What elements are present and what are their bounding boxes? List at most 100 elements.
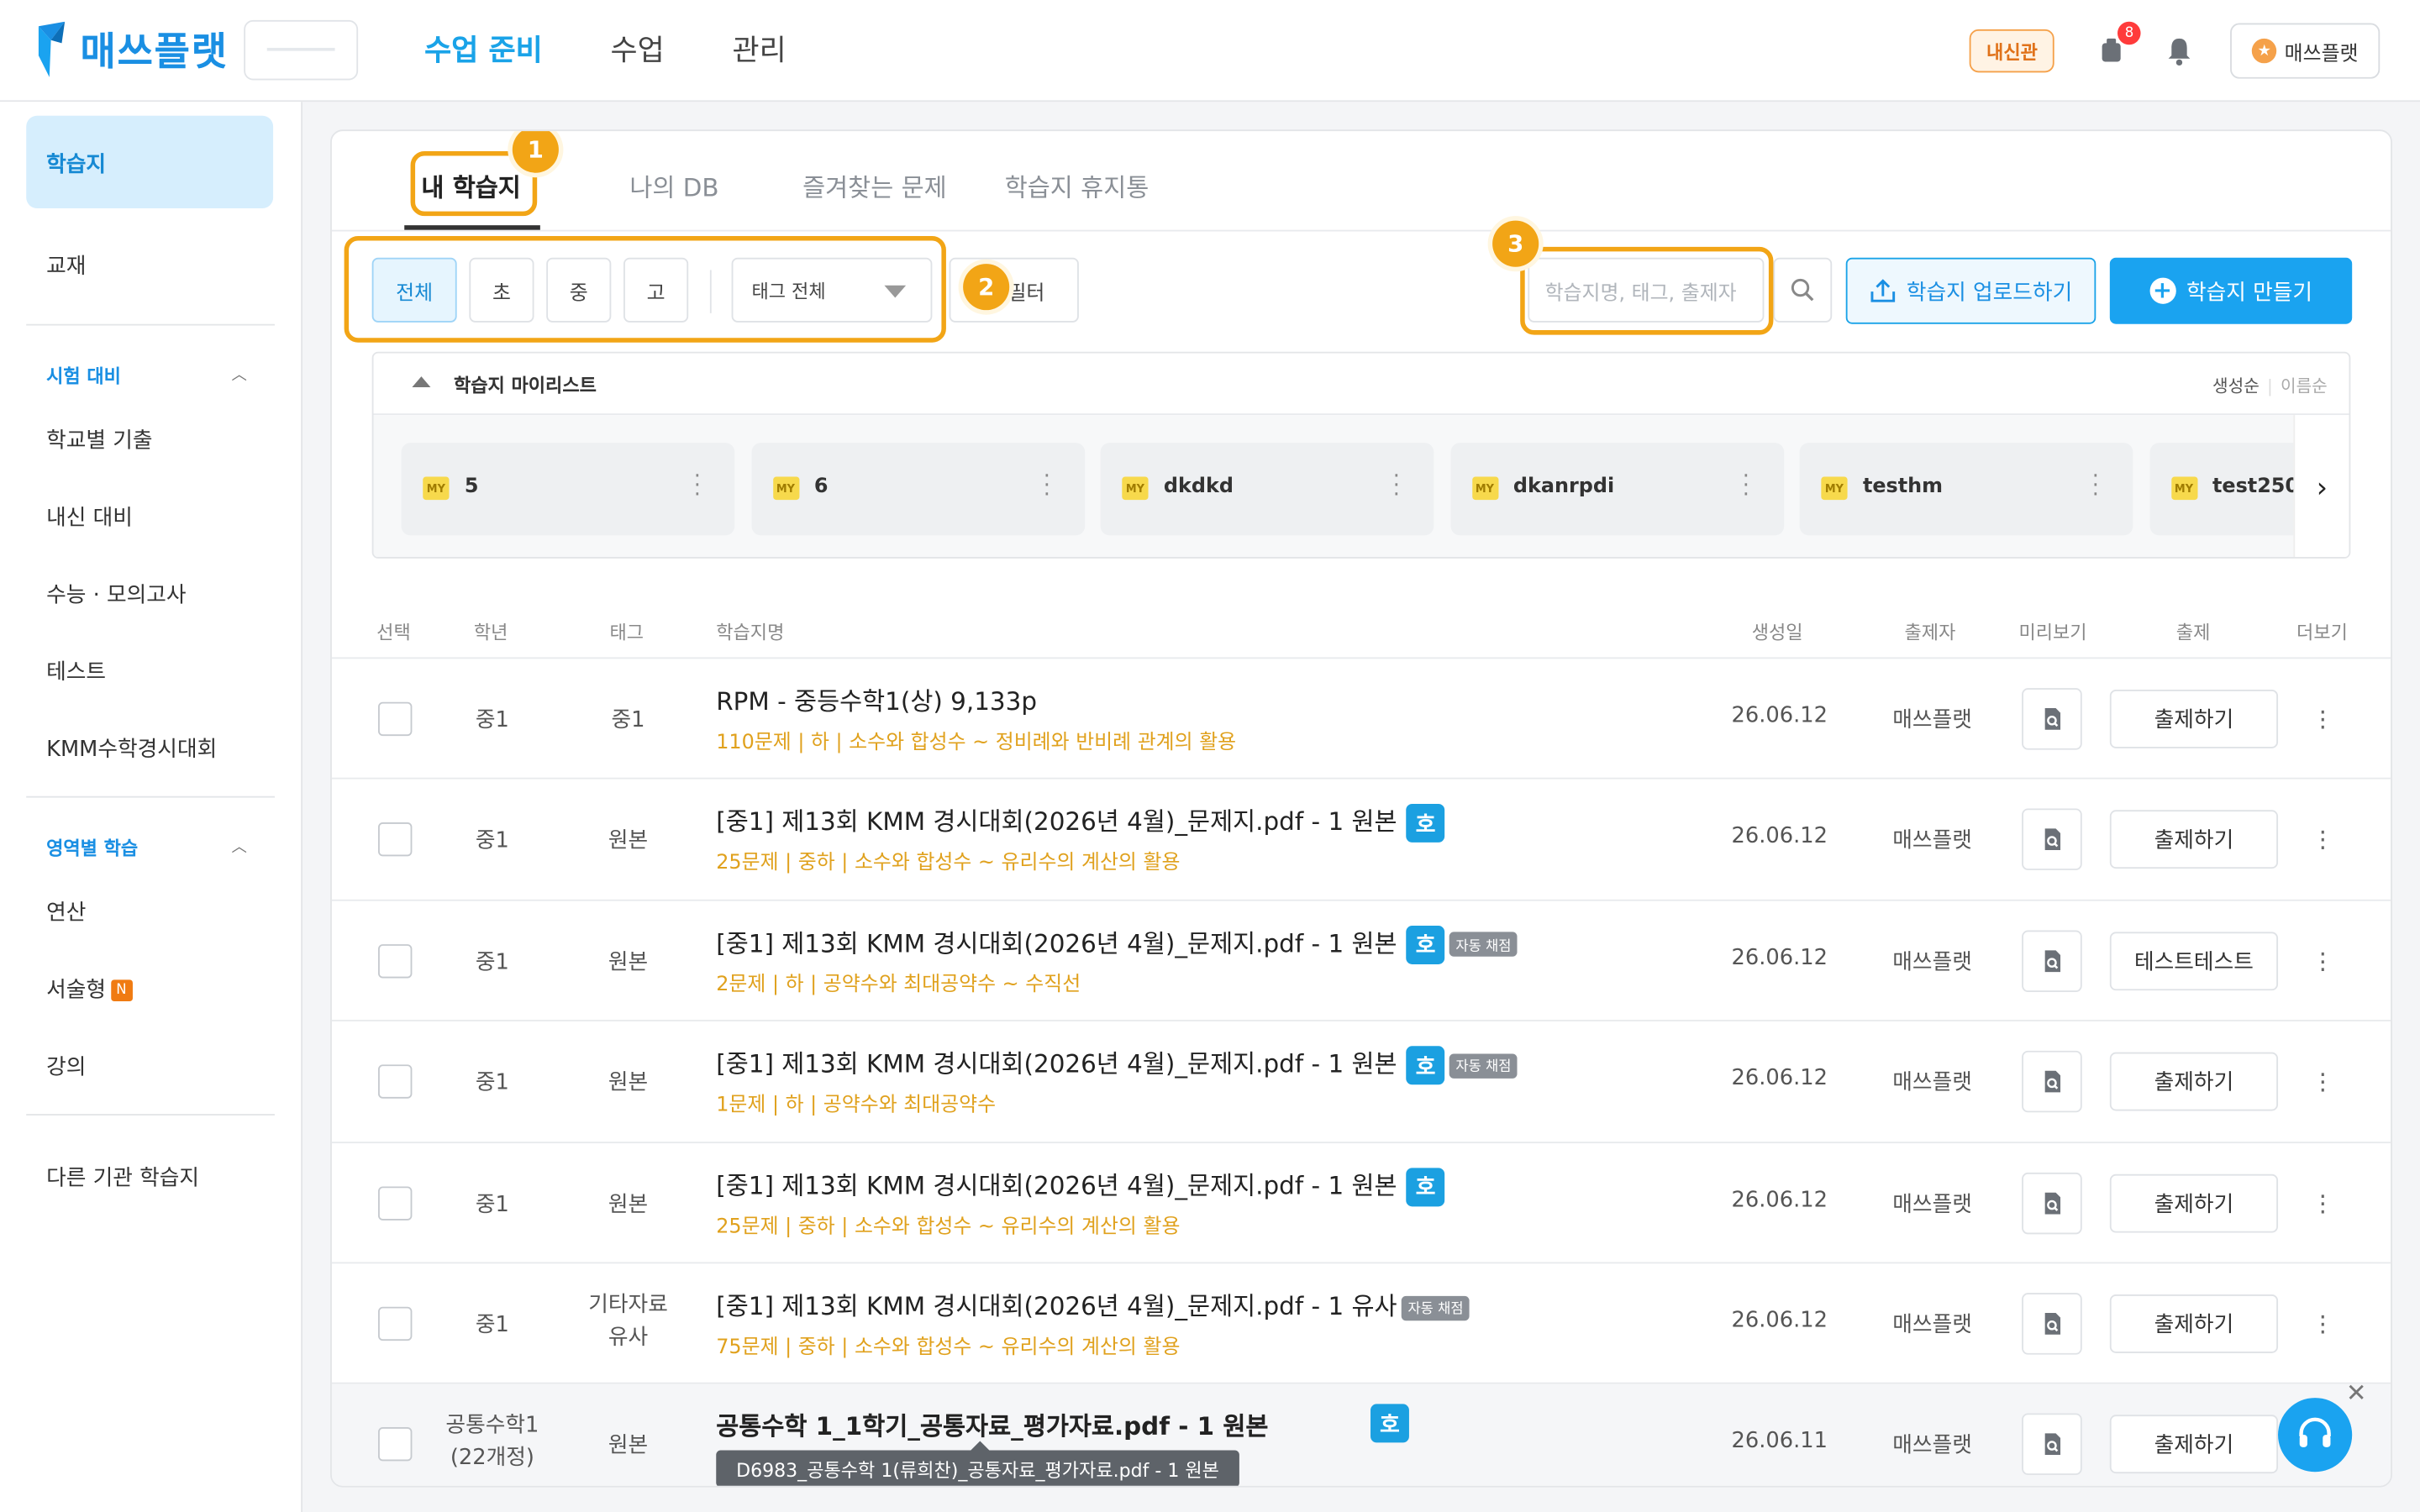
- more-vertical-icon[interactable]: · · ·: [694, 466, 701, 507]
- tag-select[interactable]: 태그 전체: [731, 257, 933, 323]
- my-tag-icon: MY: [423, 476, 450, 501]
- more-vertical-icon[interactable]: · · ·: [1044, 466, 1050, 507]
- preview-button[interactable]: [2022, 1051, 2082, 1113]
- sidebar-item-lecture[interactable]: 강의: [46, 1051, 86, 1082]
- my-list-card-name: testhm: [1862, 475, 1944, 499]
- my-list-card[interactable]: MY dkanrpdi · · ·: [1449, 443, 1784, 536]
- more-vertical-icon[interactable]: · · ·: [1743, 466, 1749, 507]
- row-checkbox[interactable]: [378, 943, 413, 979]
- row-checkbox[interactable]: [378, 701, 413, 737]
- nav-manage[interactable]: 관리: [733, 28, 786, 70]
- sidebar-item-worksheet[interactable]: 학습지: [26, 115, 274, 208]
- issue-button[interactable]: 테스트테스트: [2109, 932, 2279, 990]
- row-checkbox[interactable]: [378, 1064, 413, 1100]
- more-vertical-icon[interactable]: · · ·: [2318, 1184, 2328, 1224]
- header-actions: 내신관 8 ★ 매쓰플랫: [1969, 21, 2381, 79]
- chevron-up-icon[interactable]: ︿: [232, 361, 247, 384]
- col-date: 생성일: [1751, 622, 1803, 643]
- make-worksheet-button[interactable]: + 학습지 만들기: [2109, 257, 2353, 324]
- search-button[interactable]: [1773, 257, 1833, 323]
- filter-high[interactable]: 고: [623, 257, 689, 323]
- row-title[interactable]: [중1] 제13회 KMM 경시대회(2026년 4월)_문제지.pdf - 1…: [716, 922, 1518, 964]
- filter-middle[interactable]: 중: [546, 257, 612, 323]
- row-title[interactable]: 공통수학 1_1학기_공통자료_평가자료.pdf - 1 원본: [716, 1406, 1268, 1443]
- sidebar-item-school-exam[interactable]: 학교별 기출: [46, 424, 152, 455]
- more-vertical-icon[interactable]: · · ·: [2318, 1305, 2328, 1345]
- more-vertical-icon[interactable]: · · ·: [2318, 700, 2328, 740]
- sidebar-item-kmm[interactable]: KMM수학경시대회: [46, 732, 217, 764]
- row-title[interactable]: [중1] 제13회 KMM 경시대회(2026년 4월)_문제지.pdf - 1…: [716, 801, 1445, 843]
- sidebar-section-area[interactable]: 영역별 학습: [46, 835, 138, 861]
- row-checkbox[interactable]: [378, 1306, 413, 1341]
- issue-button[interactable]: 출제하기: [2109, 690, 2279, 748]
- search-input[interactable]: 학습지명, 태그, 출제자: [1528, 257, 1765, 323]
- sidebar-item-essay[interactable]: 서술형 N: [46, 974, 133, 1005]
- collapse-icon[interactable]: [412, 376, 431, 388]
- preview-button[interactable]: [2022, 1414, 2082, 1476]
- sort-by-name[interactable]: 이름순: [2281, 376, 2328, 396]
- nav-class[interactable]: 수업: [611, 28, 665, 70]
- issue-button[interactable]: 출제하기: [2109, 1052, 2279, 1111]
- sidebar-item-test[interactable]: 테스트: [46, 656, 106, 687]
- tab-favorites[interactable]: 즐겨찾는 문제: [802, 166, 947, 203]
- main-card: 내 학습지 나의 DB 즐겨찾는 문제 학습지 휴지통 전체 초 중 고 태그 …: [330, 129, 2392, 1488]
- preview-button[interactable]: [2022, 1172, 2082, 1234]
- sort-by-created[interactable]: 생성순: [2212, 376, 2260, 396]
- chevron-right-icon[interactable]: ›: [2293, 415, 2349, 558]
- more-vertical-icon[interactable]: · · ·: [2318, 942, 2328, 982]
- more-vertical-icon[interactable]: · · ·: [2092, 466, 2099, 507]
- row-checkbox[interactable]: [378, 1185, 413, 1221]
- issue-button[interactable]: 출제하기: [2109, 1415, 2279, 1474]
- issue-button[interactable]: 출제하기: [2109, 1294, 2279, 1353]
- my-list-card[interactable]: MY dkdkd · · ·: [1100, 443, 1434, 536]
- preview-button[interactable]: [2022, 809, 2082, 871]
- more-vertical-icon[interactable]: · · ·: [2318, 821, 2328, 861]
- my-list-card[interactable]: MY 5 · · ·: [401, 443, 735, 536]
- row-title[interactable]: [중1] 제13회 KMM 경시대회(2026년 4월)_문제지.pdf - 1…: [716, 1043, 1518, 1085]
- upload-worksheet-button[interactable]: 학습지 업로드하기: [1845, 257, 2096, 324]
- preview-icon: [2044, 829, 2060, 851]
- help-chat-button[interactable]: [2278, 1398, 2353, 1473]
- preview-button[interactable]: [2022, 1293, 2082, 1355]
- my-list-card[interactable]: MY 6 · · ·: [750, 443, 1085, 536]
- sidebar-item-calc[interactable]: 연산: [46, 896, 86, 927]
- filter-all[interactable]: 전체: [371, 257, 457, 323]
- profile-button[interactable]: ★ 매쓰플랫: [2230, 23, 2381, 79]
- row-title[interactable]: [중1] 제13회 KMM 경시대회(2026년 4월)_문제지.pdf - 1…: [716, 1285, 1470, 1322]
- bell-icon[interactable]: [2163, 34, 2196, 67]
- sidebar-item-other-org[interactable]: 다른 기관 학습지: [46, 1162, 199, 1193]
- preview-button[interactable]: [2022, 930, 2082, 992]
- row-date: 26.06.12: [1731, 703, 1828, 728]
- row-author: 매쓰플랫: [1892, 829, 1972, 854]
- tab-trash[interactable]: 학습지 휴지통: [1005, 166, 1150, 203]
- chevron-up-icon[interactable]: ︿: [232, 833, 247, 856]
- more-vertical-icon[interactable]: · · ·: [1393, 466, 1400, 507]
- tab-my-worksheets[interactable]: 내 학습지: [421, 166, 520, 203]
- nav-class-prep[interactable]: 수업 준비: [424, 28, 543, 70]
- sidebar-section-exam[interactable]: 시험 대비: [46, 363, 121, 389]
- row-checkbox[interactable]: [378, 1427, 413, 1462]
- naesin-badge[interactable]: 내신관: [1969, 29, 2054, 73]
- my-list-card[interactable]: MY testhm · · ·: [1799, 443, 2133, 536]
- row-grade: 중1: [475, 950, 509, 975]
- my-list-header: 학습지 마이리스트 생성순 | 이름순: [373, 353, 2349, 416]
- row-grade: 중1: [475, 1071, 509, 1096]
- row-title[interactable]: [중1] 제13회 KMM 경시대회(2026년 4월)_문제지.pdf - 1…: [716, 1164, 1445, 1206]
- row-title[interactable]: RPM - 중등수학1(상) 9,133p: [716, 680, 1037, 717]
- issue-button[interactable]: 출제하기: [2109, 1173, 2279, 1232]
- row-title-text: [중1] 제13회 KMM 경시대회(2026년 4월)_문제지.pdf - 1…: [716, 1170, 1397, 1200]
- row-checkbox[interactable]: [378, 822, 413, 858]
- inbox-icon[interactable]: 8: [2095, 21, 2141, 67]
- organization-selector[interactable]: [244, 19, 359, 81]
- logo[interactable]: 매쓰플랫: [34, 21, 228, 77]
- issue-button[interactable]: 출제하기: [2109, 811, 2279, 869]
- filter-elementary[interactable]: 초: [469, 257, 534, 323]
- tab-my-db[interactable]: 나의 DB: [629, 166, 718, 203]
- sidebar-item-textbook[interactable]: 교재: [46, 250, 86, 281]
- more-vertical-icon[interactable]: · · ·: [2318, 1063, 2328, 1103]
- close-icon[interactable]: ✕: [2346, 1378, 2367, 1407]
- sidebar-item-naesin[interactable]: 내신 대비: [46, 501, 133, 533]
- my-tag-icon: MY: [2170, 476, 2197, 501]
- sidebar-item-suneung[interactable]: 수능 · 모의고사: [46, 579, 186, 610]
- preview-button[interactable]: [2022, 688, 2082, 750]
